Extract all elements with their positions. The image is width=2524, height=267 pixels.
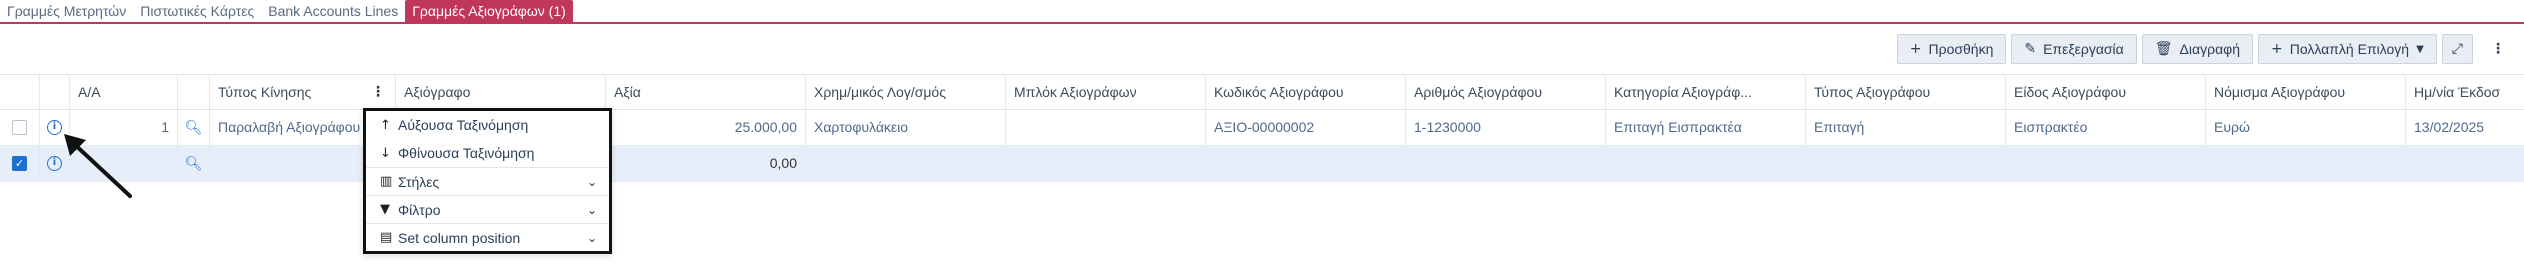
cell-cheque-number[interactable]: 1-1230000: [1406, 110, 1606, 145]
cell-cheque-category[interactable]: Επιταγή Εισπρακτέα: [1606, 110, 1806, 145]
cell-cheque-type[interactable]: [1806, 146, 2006, 181]
cell-cheque-block[interactable]: [1006, 146, 1206, 181]
trash-icon: 🗑: [2154, 41, 2173, 57]
row-search-cell[interactable]: 🔍︎: [178, 146, 210, 181]
multi-select-label: Πολλαπλή Επιλογή: [2289, 41, 2410, 57]
cell-fin-account[interactable]: [806, 146, 1006, 181]
menu-sort-descending-label: Φθίνουσα Ταξινόμηση: [398, 145, 535, 161]
menu-sort-ascending[interactable]: ↑ Αύξουσα Ταξινόμηση: [366, 111, 609, 139]
column-context-menu: ↑ Αύξουσα Ταξινόμηση ↓ Φθίνουσα Ταξινόμη…: [363, 108, 612, 254]
cell-cheque-number[interactable]: [1406, 146, 1606, 181]
tab-cheque-lines[interactable]: Γραμμές Αξιογράφων (1): [405, 0, 573, 22]
menu-set-column-position-label: Set column position: [398, 229, 521, 246]
chevron-down-icon: ⌄: [586, 174, 597, 189]
row-select-cell[interactable]: ✓: [0, 146, 40, 181]
search-icon[interactable]: 🔍︎: [185, 120, 203, 136]
cell-cheque-code[interactable]: [1206, 146, 1406, 181]
header-issue-date[interactable]: Ημ/νία Έκδοσ: [2406, 75, 2524, 109]
header-movement-type[interactable]: Τύπος Κίνησης ⋮: [210, 75, 396, 109]
header-select-cell: [0, 75, 40, 109]
edit-button[interactable]: ✎ Επεξεργασία: [2011, 34, 2137, 64]
annotation-arrow-icon: [64, 134, 132, 198]
tab-credit-cards[interactable]: Πιστωτικές Κάρτες: [133, 0, 261, 22]
header-cheque-block[interactable]: Μπλόκ Αξιογράφων: [1006, 75, 1206, 109]
arrow-down-icon: ↓: [380, 145, 391, 161]
column-menu-icon[interactable]: ⋮: [371, 75, 385, 109]
cell-fin-account[interactable]: Χαρτοφυλάκειο: [806, 110, 1006, 145]
header-cheque-code[interactable]: Κωδικός Αξιογράφου: [1206, 75, 1406, 109]
multi-select-button[interactable]: + Πολλαπλή Επιλογή ▼: [2258, 34, 2437, 64]
menu-sort-descending[interactable]: ↓ Φθίνουσα Ταξινόμηση: [366, 139, 609, 167]
header-cheque-type[interactable]: Τύπος Αξιογράφου: [1806, 75, 2006, 109]
edit-button-label: Επεξεργασία: [2043, 41, 2124, 57]
cell-issue-date[interactable]: [2406, 146, 2524, 181]
cell-cheque-code[interactable]: ΑΞΙΟ-00000002: [1206, 110, 1406, 145]
cell-issue-date[interactable]: 13/02/2025: [2406, 110, 2524, 145]
filter-icon: ▼: [380, 202, 390, 217]
column-position-icon: ▤: [380, 230, 393, 245]
cell-cheque-kind[interactable]: [2006, 146, 2206, 181]
cell-value[interactable]: 0,00: [606, 146, 806, 181]
add-button[interactable]: + Προσθήκη: [1896, 34, 2007, 64]
header-cheque-currency[interactable]: Νόμισμα Αξιογράφου: [2206, 75, 2406, 109]
header-cheque-category[interactable]: Κατηγορία Αξιογράφ...: [1606, 75, 1806, 109]
chevron-down-icon: ⌄: [586, 230, 597, 245]
pencil-icon: ✎: [2024, 41, 2037, 57]
cell-value[interactable]: 25.000,00: [606, 110, 806, 145]
cell-cheque-block[interactable]: [1006, 110, 1206, 145]
header-fin-account[interactable]: Χρημ/μικός Λογ/σμός: [806, 75, 1006, 109]
header-cheque-kind[interactable]: Είδος Αξιογράφου: [2006, 75, 2206, 109]
header-movement-type-label: Τύπος Κίνησης: [218, 84, 312, 100]
grid-header: A/A Τύπος Κίνησης ⋮ Αξιόγραφο Αξία Χρημ/…: [0, 74, 2524, 110]
tab-bank-accounts-lines[interactable]: Bank Accounts Lines: [261, 0, 405, 22]
header-info-cell: [40, 75, 70, 109]
header-cheque-number[interactable]: Αριθμός Αξιογράφου: [1406, 75, 1606, 109]
cell-cheque-currency[interactable]: [2206, 146, 2406, 181]
plus-icon: +: [1909, 41, 1922, 57]
row-search-cell[interactable]: 🔍︎: [178, 110, 210, 145]
add-button-label: Προσθήκη: [1928, 41, 1994, 57]
cell-cheque-kind[interactable]: Εισπρακτέο: [2006, 110, 2206, 145]
expand-icon: ⤢: [2451, 41, 2463, 57]
more-options-button[interactable]: ⋮: [2478, 34, 2518, 64]
cell-cheque-category[interactable]: [1606, 146, 1806, 181]
row-checkbox-checked[interactable]: ✓: [12, 155, 27, 171]
tab-meter-lines[interactable]: Γραμμές Μετρητών: [0, 0, 133, 22]
row-checkbox[interactable]: [12, 119, 27, 135]
kebab-menu-icon: ⋮: [2491, 41, 2505, 57]
tab-bar: Γραμμές Μετρητών Πιστωτικές Κάρτες Bank …: [0, 0, 2524, 24]
search-icon[interactable]: 🔍︎: [185, 156, 203, 172]
header-search-cell: [178, 75, 210, 109]
cell-cheque-type[interactable]: Επιταγή: [1806, 110, 2006, 145]
grid-toolbar: + Προσθήκη ✎ Επεξεργασία 🗑 Διαγραφή + Πο…: [1896, 34, 2518, 64]
menu-columns-label: Στήλες: [398, 173, 440, 190]
header-cheque[interactable]: Αξιόγραφο: [396, 75, 606, 109]
chevron-down-icon: ⌄: [586, 202, 597, 217]
header-aa[interactable]: A/A: [70, 75, 178, 109]
row-select-cell[interactable]: [0, 110, 40, 145]
menu-sort-ascending-label: Αύξουσα Ταξινόμηση: [398, 117, 529, 133]
menu-filter-label: Φίλτρο: [398, 201, 441, 218]
cell-cheque-currency[interactable]: Ευρώ: [2206, 110, 2406, 145]
fullscreen-button[interactable]: ⤢: [2441, 34, 2473, 64]
menu-columns[interactable]: ▥ Στήλες ⌄: [366, 167, 609, 195]
caret-down-icon: ▼: [2416, 43, 2424, 55]
arrow-up-icon: ↑: [380, 117, 391, 133]
delete-button[interactable]: 🗑 Διαγραφή: [2141, 34, 2254, 64]
menu-set-column-position[interactable]: ▤ Set column position ⌄: [366, 223, 609, 251]
header-value[interactable]: Αξία: [606, 75, 806, 109]
plus-icon: +: [2271, 41, 2283, 57]
delete-button-label: Διαγραφή: [2179, 41, 2241, 57]
menu-filter[interactable]: ▼ Φίλτρο ⌄: [366, 195, 609, 223]
columns-icon: ▥: [380, 174, 393, 189]
